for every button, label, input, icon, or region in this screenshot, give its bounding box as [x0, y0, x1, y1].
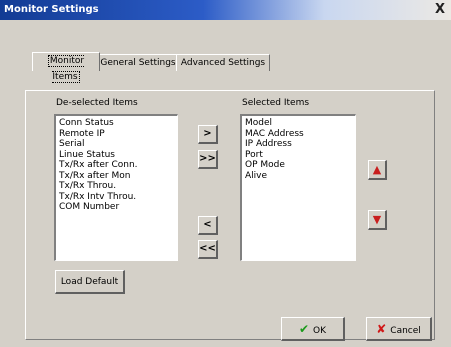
deselected-list: Conn Status Remote IP Serial Linue Status Tx…: [56, 116, 177, 215]
add-all-button[interactable]: >>: [198, 150, 218, 169]
list-item[interactable]: Tx/Rx Intv Throu.: [59, 192, 174, 203]
list-item[interactable]: COM Number: [59, 202, 174, 213]
tab-advanced-settings-label: Advanced Settings: [180, 58, 266, 68]
tab-advanced-settings[interactable]: Advanced Settings: [176, 54, 270, 71]
check-icon: ✔: [298, 322, 310, 336]
deselected-listbox[interactable]: Conn Status Remote IP Serial Linue Status Tx…: [54, 114, 178, 261]
list-item[interactable]: IP Address: [245, 139, 352, 150]
list-item[interactable]: Linue Status: [59, 150, 174, 161]
tab-general-settings[interactable]: General Settings: [99, 54, 177, 71]
tab-monitor-items[interactable]: Monitor Items: [32, 52, 100, 83]
list-item[interactable]: OP Mode: [245, 160, 352, 171]
tab-general-settings-label: General Settings: [100, 58, 176, 68]
close-icon[interactable]: X: [435, 2, 445, 17]
list-item[interactable]: Tx/Rx after Mon: [59, 171, 174, 182]
move-down-button[interactable]: ▼: [368, 210, 387, 230]
ok-label: OK: [313, 326, 327, 336]
cancel-label: Cancel: [390, 326, 421, 336]
dialog-body: Monitor Items General Settings Advanced …: [0, 20, 451, 347]
deselected-header: De-selected Items: [56, 98, 138, 108]
list-item[interactable]: MAC Address: [245, 129, 352, 140]
selected-list: Model MAC Address IP Address Port OP Mode Ali…: [242, 116, 355, 183]
list-item[interactable]: Remote IP: [59, 129, 174, 140]
add-one-button[interactable]: >: [198, 125, 218, 144]
tab-monitor-items-label: Monitor Items: [47, 55, 85, 83]
ok-button[interactable]: ✔ OK: [281, 317, 345, 341]
move-up-button[interactable]: ▲: [368, 160, 387, 180]
list-item[interactable]: Alive: [245, 171, 352, 182]
cancel-button[interactable]: ✘ Cancel: [366, 317, 432, 341]
list-item[interactable]: Tx/Rx after Conn.: [59, 160, 174, 171]
list-item[interactable]: Conn Status: [59, 118, 174, 129]
list-item[interactable]: Tx/Rx Throu.: [59, 181, 174, 192]
title-bar: Monitor Settings X: [0, 0, 451, 20]
list-item[interactable]: Model: [245, 118, 352, 129]
load-default-button[interactable]: Load Default: [55, 270, 125, 294]
window-title: Monitor Settings: [4, 4, 99, 15]
remove-one-button[interactable]: <: [198, 216, 218, 235]
list-item[interactable]: Serial: [59, 139, 174, 150]
selected-header: Selected Items: [242, 98, 310, 108]
cross-icon: ✘: [376, 322, 387, 336]
selected-listbox[interactable]: Model MAC Address IP Address Port OP Mode Ali…: [240, 114, 356, 261]
list-item[interactable]: Port: [245, 150, 352, 161]
remove-all-button[interactable]: <<: [198, 240, 218, 259]
